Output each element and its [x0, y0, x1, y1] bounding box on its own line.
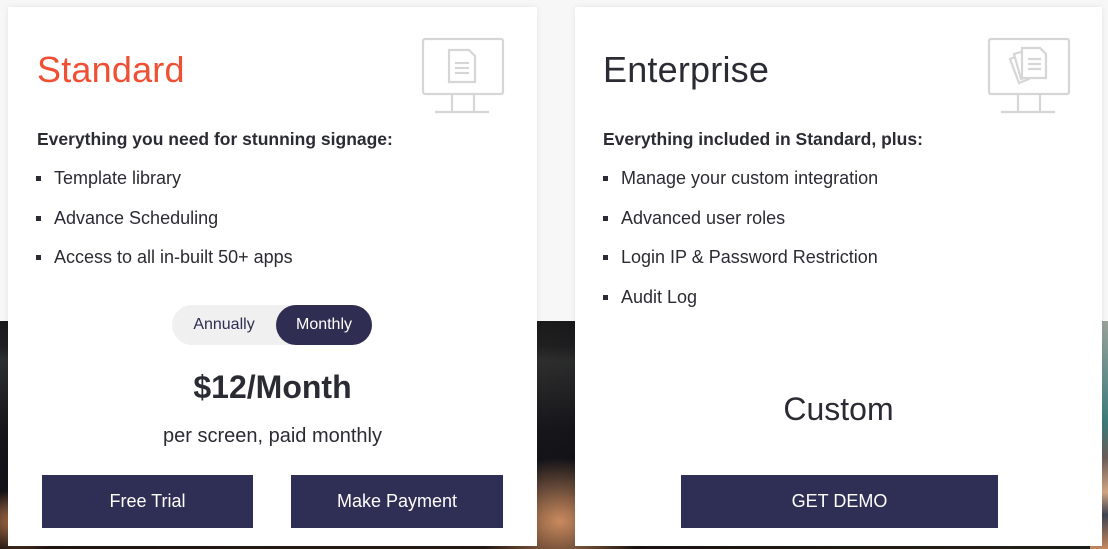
plan-card-standard: Standard Everything you need for stunnin… — [8, 7, 537, 546]
feature-label: Audit Log — [621, 286, 698, 307]
feature-label: Manage your custom integration — [621, 168, 879, 188]
feature-list: Template library Advance Scheduling Acce… — [35, 159, 293, 278]
free-trial-button[interactable]: Free Trial — [42, 475, 253, 528]
feature-item: Manage your custom integration — [602, 159, 878, 199]
bullet-icon — [36, 255, 41, 260]
feature-item: Access to all in-built 50+ apps — [35, 238, 293, 278]
bullet-icon — [603, 215, 608, 221]
bullet-icon — [36, 215, 41, 221]
price: $12/Month — [193, 369, 352, 405]
feature-label: Advanced user roles — [621, 207, 786, 228]
toggle-option-monthly[interactable]: Monthly — [276, 305, 372, 345]
feature-label: Login IP & Password Restriction — [621, 247, 878, 267]
plan-subtitle: Everything included in Standard, plus: — [603, 129, 923, 149]
monitor-document-icon — [421, 37, 505, 114]
feature-label: Access to all in-built 50+ apps — [54, 247, 293, 267]
bullet-icon — [603, 255, 608, 260]
plan-title: Enterprise — [603, 49, 770, 90]
get-demo-button[interactable]: GET DEMO — [681, 475, 998, 528]
plan-card-enterprise: Enterprise Everything included in Standa… — [575, 7, 1102, 546]
feature-label: Advance Scheduling — [54, 207, 219, 228]
feature-list: Manage your custom integration Advanced … — [602, 159, 878, 317]
feature-item: Login IP & Password Restriction — [602, 238, 878, 278]
bullet-icon — [36, 176, 41, 181]
toggle-option-annually[interactable]: Annually — [172, 305, 276, 345]
feature-item: Template library — [35, 159, 293, 199]
feature-item: Advance Scheduling — [35, 199, 293, 239]
bullet-icon — [603, 176, 608, 181]
make-payment-button[interactable]: Make Payment — [291, 475, 503, 528]
price: Custom — [783, 391, 894, 427]
price-note: per screen, paid monthly — [162, 425, 382, 447]
billing-period-toggle: Annually Monthly — [172, 305, 372, 345]
feature-item: Advanced user roles — [602, 199, 878, 239]
feature-label: Template library — [54, 168, 182, 188]
feature-item: Audit Log — [602, 278, 878, 318]
bullet-icon — [603, 294, 608, 300]
monitor-documents-stack-icon — [987, 37, 1071, 114]
plan-subtitle: Everything you need for stunning signage… — [37, 129, 393, 149]
plan-title: Standard — [37, 49, 185, 90]
